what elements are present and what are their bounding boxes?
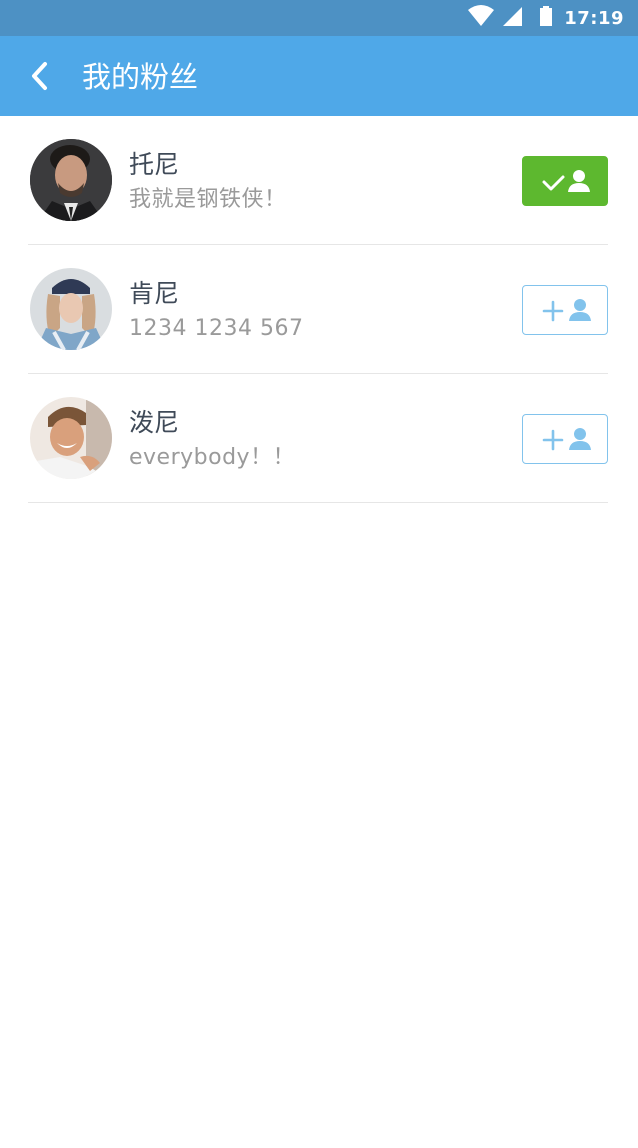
follow-button[interactable] xyxy=(522,285,608,335)
add-user-icon xyxy=(542,299,591,322)
signal-icon xyxy=(503,7,522,26)
avatar xyxy=(30,397,112,479)
list-item[interactable]: 肯尼 1234 1234 567 xyxy=(0,245,638,374)
chevron-left-icon xyxy=(32,62,47,90)
avatar xyxy=(30,268,112,350)
status-time: 17:19 xyxy=(564,8,624,29)
fan-name: 泼尼 xyxy=(129,408,180,437)
fan-description: 1234 1234 567 xyxy=(129,316,304,341)
fan-description: everybody！！ xyxy=(129,445,296,470)
wifi-icon xyxy=(468,5,494,26)
avatar xyxy=(30,139,112,221)
add-user-icon xyxy=(542,428,591,451)
list-item[interactable]: 托尼 我就是钢铁侠！ xyxy=(0,116,638,245)
fans-list: 托尼 我就是钢铁侠！ 肯尼 1234 1234 567 泼尼 everybody… xyxy=(0,116,638,503)
fan-description: 我就是钢铁侠！ xyxy=(129,187,287,212)
fan-name: 肯尼 xyxy=(129,279,180,308)
page-title: 我的粉丝 xyxy=(82,60,199,94)
divider xyxy=(28,502,608,503)
back-button[interactable] xyxy=(20,56,60,96)
app-bar: 我的粉丝 xyxy=(0,36,638,116)
battery-icon xyxy=(540,6,552,26)
list-item[interactable]: 泼尼 everybody！！ xyxy=(0,374,638,503)
status-bar: 17:19 xyxy=(0,0,638,36)
followed-button[interactable] xyxy=(522,156,608,206)
check-user-icon xyxy=(542,170,590,192)
follow-button[interactable] xyxy=(522,414,608,464)
fan-name: 托尼 xyxy=(129,150,180,179)
